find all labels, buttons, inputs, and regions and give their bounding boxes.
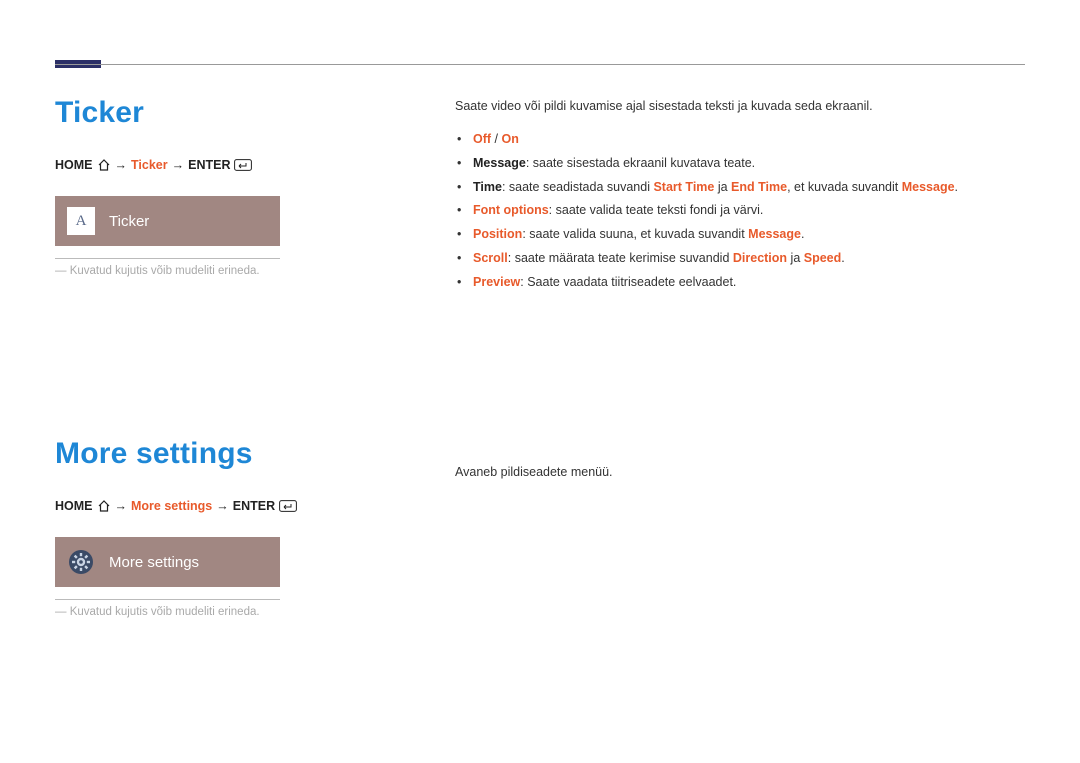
text: : saate valida suuna, et kuvada suvandit <box>522 227 748 241</box>
off-label: Off <box>473 132 491 146</box>
arrow-icon: → <box>115 499 128 513</box>
text: : saate seadistada suvandi <box>502 180 654 194</box>
ticker-note: Kuvatud kujutis võib mudeliti erineda. <box>55 265 425 277</box>
list-item: Time: saate seadistada suvandi Start Tim… <box>473 176 1025 200</box>
left-column: Ticker HOME → Ticker → ENTER A Ticker Ku… <box>55 96 455 618</box>
text: : saate valida teate teksti fondi ja vär… <box>549 203 764 217</box>
time-label: Time <box>473 180 502 194</box>
breadcrumb-home: HOME <box>55 158 93 172</box>
divider <box>55 258 280 259</box>
on-label: On <box>501 132 518 146</box>
list-item: Font options: saate valida teate teksti … <box>473 199 1025 223</box>
top-divider <box>55 64 1025 65</box>
text: : saate määrata teate kerimise suvandid <box>508 251 733 265</box>
text: , et kuvada suvandit <box>787 180 902 194</box>
more-intro: Avaneb pildiseadete menüü. <box>455 462 1025 482</box>
preview-label: Preview <box>473 275 520 289</box>
message-label: Message <box>902 180 955 194</box>
list-item: Scroll: saate määrata teate kerimise suv… <box>473 247 1025 271</box>
ticker-tile-letter-icon: A <box>67 207 95 235</box>
text: ja <box>714 180 731 194</box>
direction-label: Direction <box>733 251 787 265</box>
breadcrumb-more-item: More settings <box>131 499 212 513</box>
text: ja <box>787 251 804 265</box>
breadcrumb-ticker: HOME → Ticker → ENTER <box>55 158 425 172</box>
ticker-tile[interactable]: A Ticker <box>55 196 280 246</box>
text: : Saate vaadata tiitriseadete eelvaadet. <box>520 275 736 289</box>
ticker-intro: Saate video või pildi kuvamise ajal sise… <box>455 96 1025 116</box>
list-item: Position: saate valida suuna, et kuvada … <box>473 223 1025 247</box>
enter-icon <box>279 500 297 512</box>
text: : saate sisestada ekraanil kuvatava teat… <box>526 156 755 170</box>
more-settings-tile[interactable]: More settings <box>55 537 280 587</box>
breadcrumb-more: HOME → More settings → ENTER <box>55 499 425 513</box>
sep: / <box>491 132 501 146</box>
arrow-icon: → <box>115 158 128 172</box>
arrow-icon: → <box>216 499 229 513</box>
breadcrumb-enter: ENTER <box>188 158 230 172</box>
message-label: Message <box>748 227 801 241</box>
ticker-tile-label: Ticker <box>109 213 149 230</box>
breadcrumb-enter: ENTER <box>233 499 275 513</box>
home-icon <box>97 159 111 171</box>
list-item: Off / On <box>473 128 1025 152</box>
more-settings-heading: More settings <box>55 437 425 471</box>
ticker-bullet-list: Off / On Message: saate sisestada ekraan… <box>455 128 1025 294</box>
breadcrumb-home: HOME <box>55 499 93 513</box>
arrow-icon: → <box>172 158 185 172</box>
gear-icon <box>67 548 95 576</box>
position-label: Position <box>473 227 522 241</box>
font-options-label: Font options <box>473 203 549 217</box>
list-item: Message: saate sisestada ekraanil kuvata… <box>473 152 1025 176</box>
home-icon <box>97 500 111 512</box>
ticker-heading: Ticker <box>55 96 425 130</box>
message-label: Message <box>473 156 526 170</box>
text: . <box>841 251 844 265</box>
speed-label: Speed <box>804 251 842 265</box>
text: . <box>801 227 804 241</box>
start-time-label: Start Time <box>653 180 714 194</box>
enter-icon <box>234 159 252 171</box>
right-column: Saate video või pildi kuvamise ajal sise… <box>455 96 1025 618</box>
end-time-label: End Time <box>731 180 787 194</box>
list-item: Preview: Saate vaadata tiitriseadete eel… <box>473 271 1025 295</box>
breadcrumb-ticker-item: Ticker <box>131 158 168 172</box>
divider <box>55 599 280 600</box>
scroll-label: Scroll <box>473 251 508 265</box>
more-settings-tile-label: More settings <box>109 554 199 571</box>
more-note: Kuvatud kujutis võib mudeliti erineda. <box>55 606 425 618</box>
text: . <box>955 180 958 194</box>
